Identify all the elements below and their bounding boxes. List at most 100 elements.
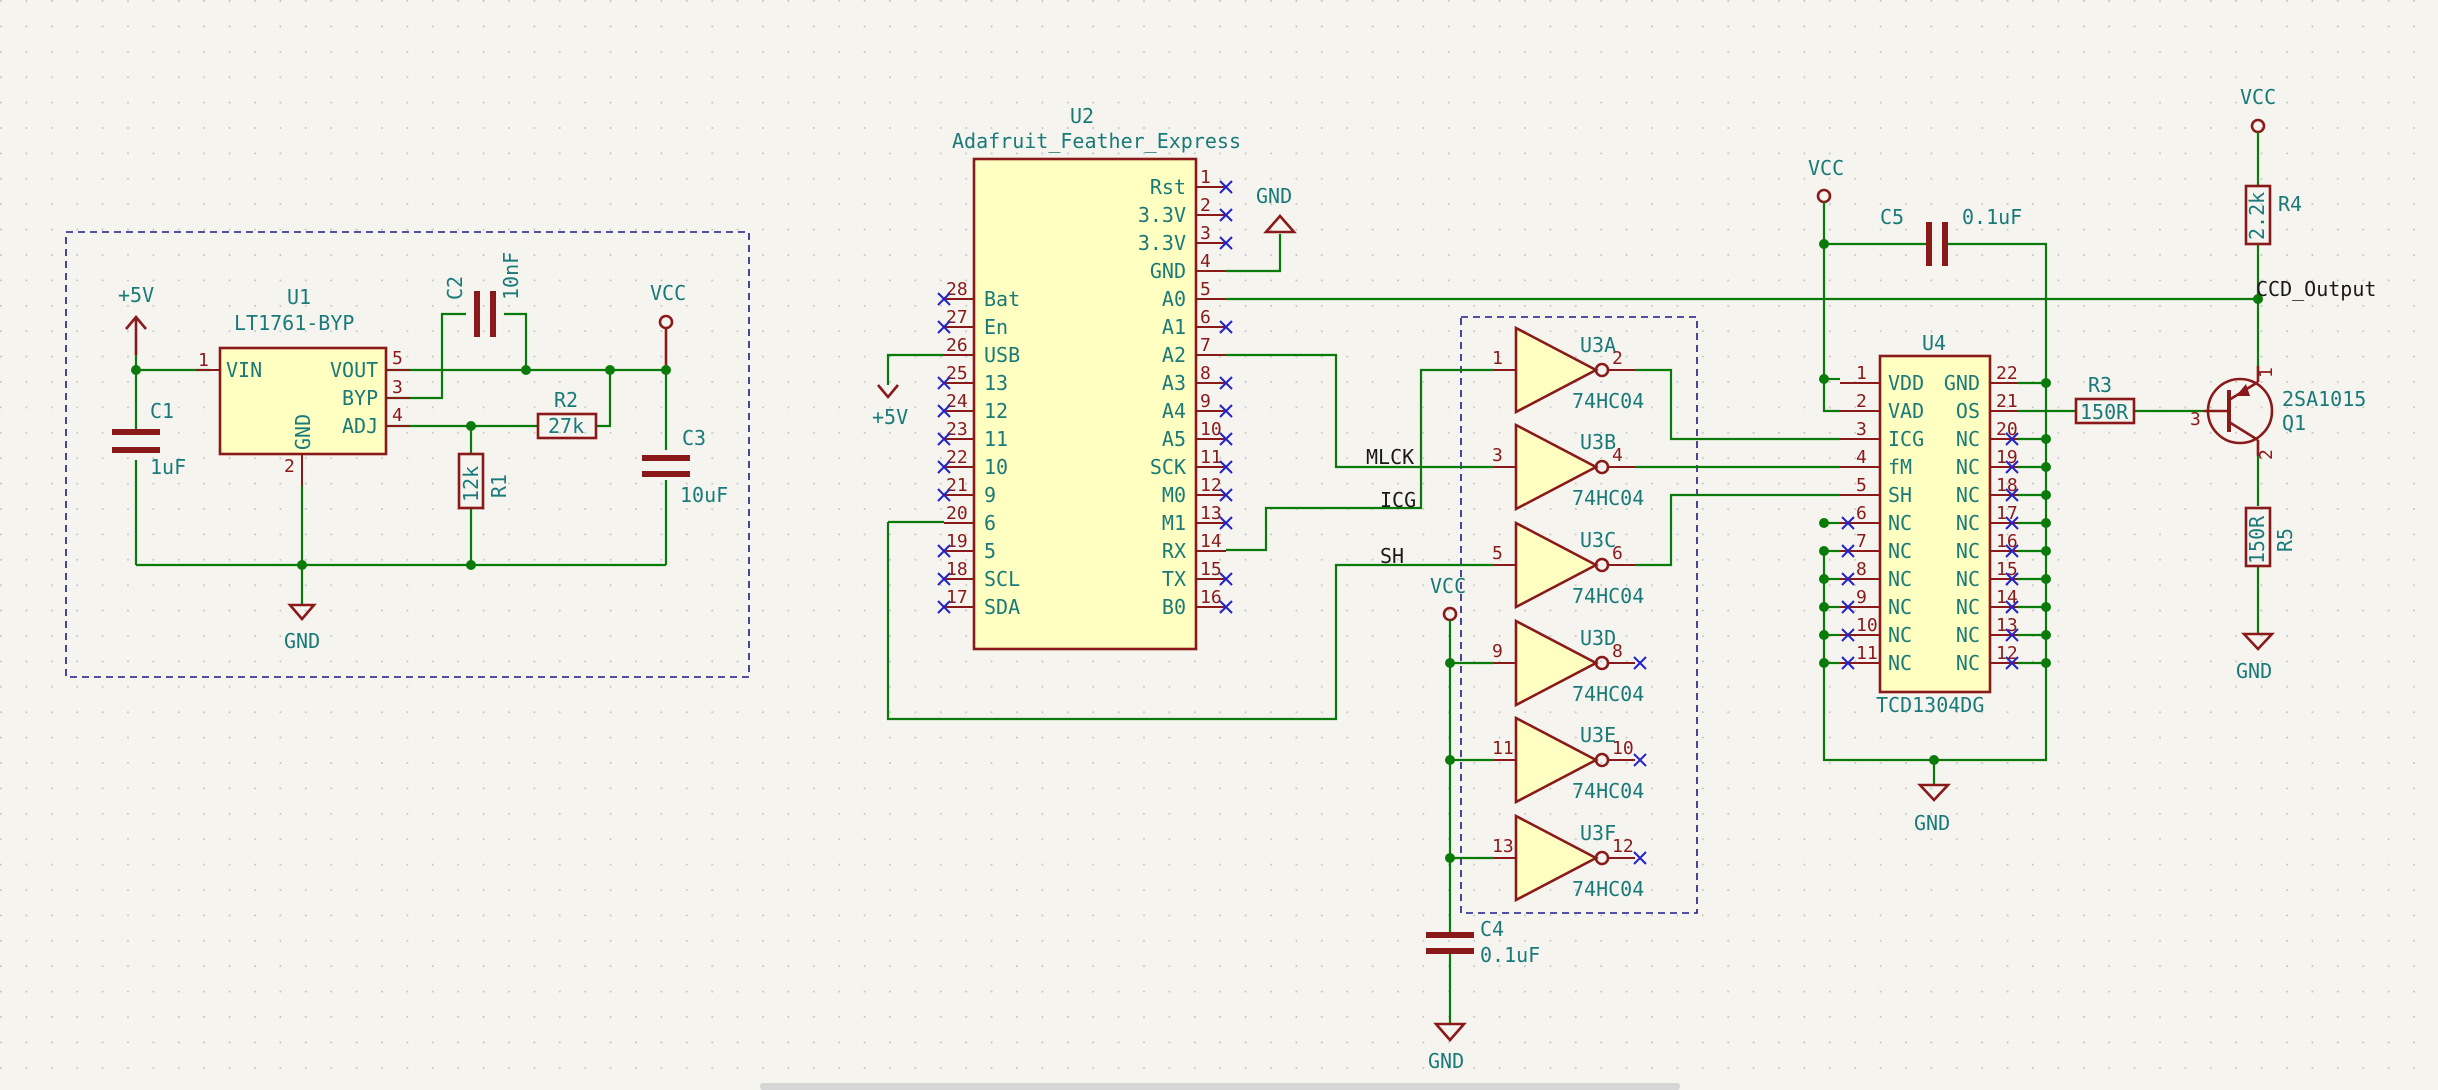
u4-ref: U4	[1922, 331, 1946, 355]
u2-pin-num: 2	[1200, 195, 1211, 216]
u2-pin-num: 26	[946, 335, 968, 356]
u2-pin-num: 18	[946, 559, 968, 580]
r2-ref: R2	[554, 388, 578, 412]
u2-pin-num: 17	[946, 587, 968, 608]
u4-pin-num: 9	[1856, 587, 1867, 608]
u2-pin-num: 16	[1200, 587, 1222, 608]
r5-ref: R5	[2273, 528, 2297, 552]
u4-pin-label: NC	[1956, 483, 1980, 507]
q1-pin-num: 3	[2190, 409, 2201, 430]
c3-value: 10uF	[680, 483, 728, 507]
u4-pin-label: OS	[1956, 399, 1980, 423]
u2-pin-label: A5	[1162, 427, 1186, 451]
u4-pin-label: VDD	[1888, 371, 1924, 395]
u2-pin-label: M1	[1162, 511, 1186, 535]
inverter-ref: U3F	[1580, 821, 1616, 845]
inverter-pin-out: 12	[1612, 836, 1634, 857]
u2-feather[interactable]: U2 Adafruit_Feather_Express Bat28En27USB…	[937, 104, 1241, 651]
u2-pin-label: A4	[1162, 399, 1186, 423]
gnd-label: GND	[1256, 184, 1292, 208]
inverter-pin-out: 8	[1612, 641, 1623, 662]
u4-pin-num: 8	[1856, 559, 1867, 580]
u2-pin-num: 6	[1200, 307, 1211, 328]
q1-pin-num: 2	[2256, 449, 2277, 460]
u4-pin-label: GND	[1944, 371, 1980, 395]
u2-pin-label: RX	[1162, 539, 1186, 563]
u4-pin-num: 11	[1856, 643, 1878, 664]
u4-pin-label: NC	[1956, 539, 1980, 563]
inverter-pin-in: 9	[1492, 641, 1503, 662]
gnd-label: GND	[2236, 659, 2272, 683]
inverter-pin-in: 11	[1492, 738, 1514, 759]
gnd-label: GND	[1428, 1049, 1464, 1073]
net-label-icg: ICG	[1380, 488, 1416, 512]
u4-pin-num: 6	[1856, 503, 1867, 524]
horizontal-scrollbar[interactable]	[760, 1083, 1680, 1090]
u2-pin-label: Rst	[1150, 175, 1186, 199]
u4-pin-label: NC	[1956, 455, 1980, 479]
u4-pin-label: VAD	[1888, 399, 1924, 423]
u2-pin-num: 8	[1200, 363, 1211, 384]
u4-pin-num: 5	[1856, 475, 1867, 496]
u2-pin-num: 25	[946, 363, 968, 384]
u4-pin-label: NC	[1956, 427, 1980, 451]
u2-pin-num: 21	[946, 475, 968, 496]
inverter-value: 74HC04	[1572, 682, 1644, 706]
u2-pin-num: 19	[946, 531, 968, 552]
u2-pin-num: 13	[1200, 503, 1222, 524]
u2-pin-label: 13	[984, 371, 1008, 395]
inverter-pin-in: 3	[1492, 445, 1503, 466]
c2-value: 10nF	[499, 252, 523, 300]
u2-pin-num: 12	[1200, 475, 1222, 496]
u2-pin-num: 4	[1200, 251, 1211, 272]
inverter-pin-out: 4	[1612, 445, 1623, 466]
u4-pin-label: NC	[1956, 595, 1980, 619]
u4-pin-num: 3	[1856, 419, 1867, 440]
inverter-value: 74HC04	[1572, 389, 1644, 413]
c5-ref: C5	[1880, 205, 1904, 229]
u2-pin-label: 6	[984, 511, 996, 535]
u2-pin-label: 3.3V	[1138, 231, 1186, 255]
u2-pin-label: M0	[1162, 483, 1186, 507]
c2-ref: C2	[443, 276, 467, 300]
u2-value: Adafruit_Feather_Express	[952, 129, 1241, 153]
u2-pin-num: 7	[1200, 335, 1211, 356]
u1-pin-num: 4	[392, 405, 403, 426]
vcc-label: VCC	[1808, 156, 1844, 180]
u1-ref: U1	[287, 285, 311, 309]
u2-pin-label: B0	[1162, 595, 1186, 619]
u4-pin-label: SH	[1888, 483, 1912, 507]
p5v-label: +5V	[118, 283, 154, 307]
u2-pin-label: A2	[1162, 343, 1186, 367]
inverter-value: 74HC04	[1572, 877, 1644, 901]
u2-pin-label: En	[984, 315, 1008, 339]
u2-pin-label: Bat	[984, 287, 1020, 311]
u1-pin-num: 3	[392, 377, 403, 398]
u1-pin-vin: VIN	[226, 358, 262, 382]
u1-pin-byp: BYP	[342, 386, 378, 410]
schematic-canvas[interactable]: +5V VCC U1 LT1761-BYP VIN VOUT BYP ADJ G…	[0, 0, 2438, 1090]
u2-pin-label: SDA	[984, 595, 1020, 619]
q1-pin-num: 1	[2256, 367, 2277, 378]
u2-pin-num: 15	[1200, 559, 1222, 580]
q1-value: 2SA1015	[2282, 387, 2366, 411]
net-label-ccd-output: CCD_Output	[2256, 277, 2376, 301]
inverter-value: 74HC04	[1572, 486, 1644, 510]
vcc-label: VCC	[2240, 85, 2276, 109]
r1-ref: R1	[487, 474, 511, 498]
r3-value: 150R	[2080, 400, 2129, 424]
gnd-label: GND	[1914, 811, 1950, 835]
u2-pin-label: USB	[984, 343, 1020, 367]
r4-ref: R4	[2278, 192, 2302, 216]
u2-pin-label: 12	[984, 399, 1008, 423]
u2-pin-label: 11	[984, 427, 1008, 451]
u1-pin-vout: VOUT	[330, 358, 378, 382]
u2-pin-num: 10	[1200, 419, 1222, 440]
net-label-mlck: MLCK	[1366, 445, 1414, 469]
inverter-pin-out: 2	[1612, 348, 1623, 369]
u4-pin-num: 7	[1856, 531, 1867, 552]
u4-pin-label: NC	[1888, 511, 1912, 535]
u4-pin-label: NC	[1888, 567, 1912, 591]
inverter-pin-in: 5	[1492, 543, 1503, 564]
u2-pin-num: 24	[946, 391, 968, 412]
